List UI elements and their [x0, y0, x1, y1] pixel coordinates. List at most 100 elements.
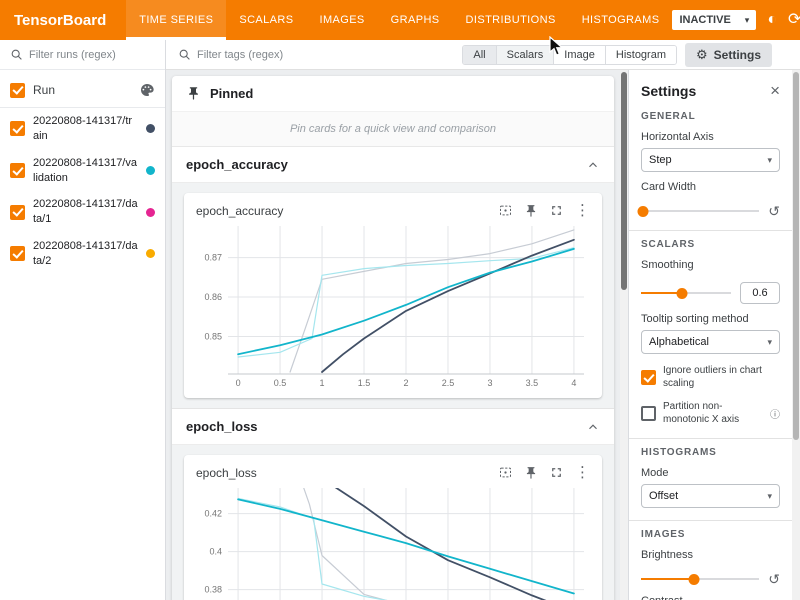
- pin-icon[interactable]: [524, 204, 538, 218]
- run-row-validation[interactable]: 20220808-141317/validation: [0, 150, 165, 192]
- fit-selection-icon[interactable]: [498, 203, 513, 218]
- fullscreen-icon[interactable]: [549, 203, 564, 218]
- tooltip-sorting-label: Tooltip sorting method: [641, 313, 780, 325]
- partition-x-axis-checkbox[interactable]: [641, 406, 656, 421]
- card-header: epoch_accuracy ⋮: [192, 199, 594, 220]
- card-width-reset-icon[interactable]: ↺: [768, 204, 780, 218]
- histogram-mode-select[interactable]: Offset ▾: [641, 484, 780, 508]
- brightness-label: Brightness: [641, 549, 780, 561]
- app-header: TensorBoard TIME SERIES SCALARS IMAGES G…: [0, 0, 800, 40]
- more-options-icon[interactable]: ⋮: [575, 465, 590, 480]
- filter-all-button[interactable]: All: [463, 46, 496, 64]
- filter-histogram-button[interactable]: Histogram: [606, 46, 676, 64]
- partition-x-axis-row: Partition non-monotonic X axis ⓘ: [641, 401, 780, 426]
- filter-runs-bar: [0, 40, 165, 70]
- tab-graphs[interactable]: GRAPHS: [378, 0, 453, 40]
- brightness-slider[interactable]: [641, 573, 759, 586]
- svg-text:1.5: 1.5: [358, 378, 371, 388]
- contrast-label: Contrast: [641, 595, 780, 600]
- svg-text:2: 2: [403, 378, 408, 388]
- tab-scalars[interactable]: SCALARS: [226, 0, 306, 40]
- svg-text:0.5: 0.5: [274, 378, 287, 388]
- settings-panel-header: Settings ×: [641, 82, 780, 99]
- svg-text:0.4: 0.4: [209, 547, 222, 557]
- run-row-train[interactable]: 20220808-141317/train: [0, 108, 165, 150]
- header-actions: INACTIVE ▾ ◐ ⟳ ⚙ ?: [672, 0, 800, 40]
- settings-button[interactable]: ⚙ Settings: [685, 43, 772, 67]
- run-color-dot[interactable]: [146, 124, 155, 133]
- svg-text:0.38: 0.38: [204, 585, 222, 595]
- divider: [629, 230, 792, 231]
- slider-thumb[interactable]: [676, 288, 687, 299]
- tab-images[interactable]: IMAGES: [306, 0, 377, 40]
- run-checkbox[interactable]: [10, 121, 25, 136]
- main-scrollbar[interactable]: [620, 70, 628, 600]
- general-section-label: GENERAL: [641, 111, 780, 122]
- filter-runs-input[interactable]: [29, 49, 155, 61]
- run-row-data-2[interactable]: 20220808-141317/data/2: [0, 233, 165, 275]
- tab-time-series[interactable]: TIME SERIES: [126, 0, 226, 40]
- brightness-reset-icon[interactable]: ↺: [768, 572, 780, 586]
- card-epoch-accuracy: epoch_accuracy ⋮ 00.511.522.533.540.850.…: [184, 193, 602, 398]
- scrollbar-thumb[interactable]: [793, 72, 799, 440]
- card-actions: ⋮: [498, 465, 590, 480]
- epoch-loss-chart[interactable]: 00.511.522.533.540.360.380.40.42: [192, 482, 594, 600]
- run-color-dot[interactable]: [146, 249, 155, 258]
- theme-toggle-icon[interactable]: ◐: [767, 12, 777, 28]
- horizontal-axis-select[interactable]: Step ▾: [641, 148, 780, 172]
- run-row-data-1[interactable]: 20220808-141317/data/1: [0, 191, 165, 233]
- tab-distributions[interactable]: DISTRIBUTIONS: [453, 0, 569, 40]
- refresh-icon[interactable]: ⟳: [788, 12, 800, 28]
- chevron-up-icon[interactable]: [586, 158, 600, 172]
- svg-text:0.87: 0.87: [204, 253, 222, 263]
- close-icon[interactable]: ×: [770, 82, 780, 99]
- run-checkbox[interactable]: [10, 205, 25, 220]
- tag-type-filter-group: All Scalars Image Histogram: [462, 45, 677, 65]
- runs-list-header: Run: [0, 70, 165, 108]
- card-width-row: ↺: [641, 204, 780, 218]
- card-width-slider[interactable]: [641, 205, 759, 218]
- more-options-icon[interactable]: ⋮: [575, 203, 590, 218]
- tooltip-sorting-select[interactable]: Alphabetical ▾: [641, 330, 780, 354]
- runs-header-label: Run: [33, 83, 131, 97]
- chevron-down-icon: ▾: [767, 155, 772, 166]
- run-checkbox[interactable]: [10, 246, 25, 261]
- run-color-dot[interactable]: [146, 208, 155, 217]
- epoch-accuracy-chart[interactable]: 00.511.522.533.540.850.860.87: [192, 220, 594, 390]
- smoothing-slider[interactable]: [641, 287, 731, 300]
- section-epoch-accuracy[interactable]: epoch_accuracy: [172, 147, 614, 183]
- data-status-select[interactable]: INACTIVE ▾: [672, 10, 756, 30]
- scrollbar-thumb[interactable]: [621, 72, 627, 290]
- palette-icon[interactable]: [139, 82, 155, 98]
- svg-text:3.5: 3.5: [526, 378, 539, 388]
- cards-scroll-area: Pinned Pin cards for a quick view and co…: [166, 70, 620, 600]
- settings-scrollbar[interactable]: [792, 70, 800, 600]
- cards-container: Pinned Pin cards for a quick view and co…: [172, 76, 614, 600]
- chevron-up-icon[interactable]: [586, 420, 600, 434]
- svg-text:4: 4: [571, 378, 576, 388]
- svg-text:0.86: 0.86: [204, 292, 222, 302]
- filter-tags-input[interactable]: [197, 49, 454, 61]
- histogram-mode-label: Mode: [641, 467, 780, 479]
- slider-thumb[interactable]: [638, 206, 649, 217]
- run-checkbox[interactable]: [10, 163, 25, 178]
- run-color-dot[interactable]: [146, 166, 155, 175]
- chevron-down-icon: ▾: [767, 337, 772, 348]
- chevron-down-icon: ▾: [745, 15, 750, 26]
- slider-track: [641, 210, 759, 212]
- pin-icon[interactable]: [524, 466, 538, 480]
- chevron-down-icon: ▾: [767, 491, 772, 502]
- section-epoch-loss[interactable]: epoch_loss: [172, 409, 614, 445]
- filter-image-button[interactable]: Image: [554, 46, 606, 64]
- slider-thumb[interactable]: [689, 574, 700, 585]
- ignore-outliers-checkbox[interactable]: [641, 370, 656, 385]
- fit-selection-icon[interactable]: [498, 465, 513, 480]
- fullscreen-icon[interactable]: [549, 465, 564, 480]
- filter-scalars-button[interactable]: Scalars: [497, 46, 555, 64]
- run-label: 20220808-141317/validation: [33, 156, 138, 186]
- tooltip-sorting-value: Alphabetical: [649, 336, 709, 348]
- info-icon[interactable]: ⓘ: [770, 406, 780, 421]
- tab-histograms[interactable]: HISTOGRAMS: [569, 0, 673, 40]
- select-all-runs-checkbox[interactable]: [10, 83, 25, 98]
- smoothing-input[interactable]: [740, 282, 780, 304]
